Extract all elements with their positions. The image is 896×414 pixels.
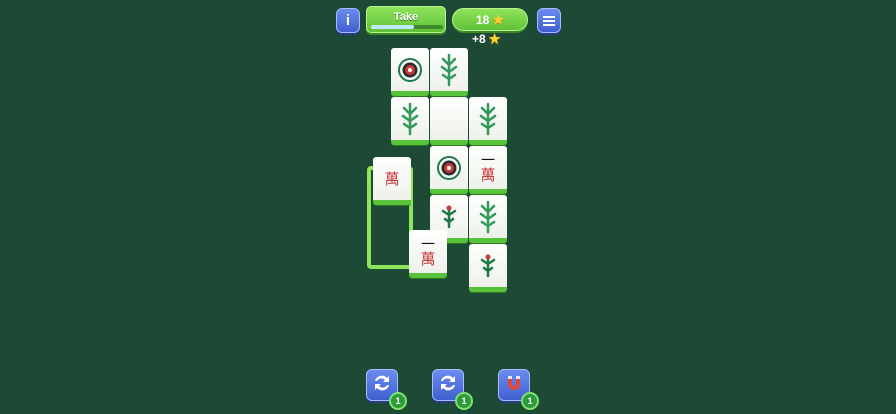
glyph-bottom: 萬 (420, 249, 436, 268)
take-progress-fill (371, 25, 415, 29)
bonus-value: +8 (472, 32, 486, 46)
booster-count-badge: 1 (521, 392, 539, 410)
mahjong-tile-blank[interactable] (430, 97, 468, 145)
star-icon: ★ (492, 11, 504, 27)
mahjong-tile-character[interactable]: 萬 (373, 157, 411, 205)
glyph-bottom: 萬 (480, 165, 496, 184)
mahjong-tile-character[interactable]: 一萬 (409, 230, 447, 278)
magnet-icon (503, 372, 525, 399)
shuffle-icon (437, 372, 459, 399)
shuffle-icon (371, 372, 393, 399)
character-glyph: 一萬 (420, 238, 436, 268)
star-icon: ★ (488, 31, 501, 46)
mahjong-tile-circle[interactable] (430, 146, 468, 194)
booster-count-badge: 1 (389, 392, 407, 410)
booster-count-badge: 1 (455, 392, 473, 410)
mahjong-tile-character[interactable]: 一萬 (469, 146, 507, 194)
menu-button[interactable] (537, 8, 561, 33)
take-progress-bar (371, 25, 443, 29)
mahjong-tile-circle[interactable] (391, 48, 429, 96)
shuffle-booster-button[interactable]: 1 (366, 369, 407, 410)
take-label: Take (393, 11, 419, 23)
mahjong-tile-bamboo[interactable] (430, 48, 468, 96)
mahjong-tile-bamboo[interactable] (391, 97, 429, 145)
menu-icon (543, 14, 555, 28)
mahjong-tile-bamboo-bird[interactable] (469, 244, 507, 292)
info-icon: i (345, 12, 351, 29)
mahjong-tile-bamboo[interactable] (469, 195, 507, 243)
take-panel[interactable]: Take (366, 6, 446, 33)
bonus-indicator: +8 ★ (472, 31, 500, 47)
score-pill: 18 ★ (452, 8, 528, 31)
glyph-bottom: 萬 (384, 169, 400, 188)
character-glyph: 一萬 (480, 154, 496, 184)
info-button[interactable]: i (336, 8, 360, 33)
top-bar: i Take 18 ★ +8 ★ (0, 6, 896, 46)
magnet-booster-button[interactable]: 1 (498, 369, 539, 410)
mahjong-tile-bamboo[interactable] (469, 97, 507, 145)
score-value: 18 (475, 12, 490, 27)
character-glyph: 萬 (384, 169, 400, 188)
shuffle-booster-button-2[interactable]: 1 (432, 369, 473, 410)
